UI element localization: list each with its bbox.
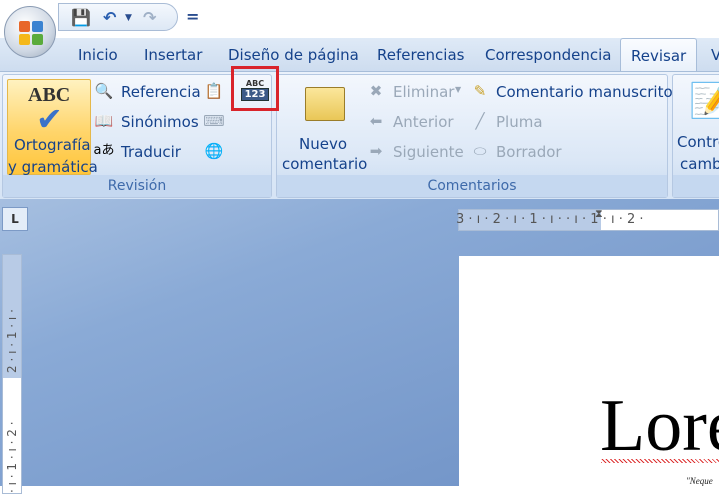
language-keyboard-icon[interactable]: ⌨ bbox=[203, 111, 225, 131]
document-workspace: L 3 · ı · 2 · ı · 1 · ı · · ı · 1 · ı · … bbox=[0, 199, 719, 496]
tab-vista[interactable]: V bbox=[711, 46, 719, 64]
ribbon-tabs: Inicio Insertar Diseño de página Referen… bbox=[0, 38, 719, 72]
tab-correspondencia[interactable]: Correspondencia bbox=[485, 46, 612, 64]
document-quote: "Neque bbox=[686, 476, 713, 486]
comment-note-icon bbox=[305, 87, 345, 121]
track-changes-label-1: Contro bbox=[677, 133, 719, 151]
quick-access-toolbar: 💾 ↶ ▼ ↷ = bbox=[0, 0, 719, 58]
previous-comment-icon: ⬅ bbox=[369, 112, 383, 130]
new-comment-label-1: Nuevo bbox=[299, 135, 348, 153]
tab-referencias[interactable]: Referencias bbox=[377, 46, 464, 64]
tab-inicio[interactable]: Inicio bbox=[78, 46, 118, 64]
translation-tooltip-icon[interactable]: 📋 bbox=[203, 81, 225, 101]
spelling-error-underline bbox=[601, 459, 719, 463]
vertical-ruler[interactable]: 2 · ı · 1 · ı · · ı · 1 · ı · 2 · bbox=[2, 254, 22, 494]
customize-qat-icon[interactable]: = bbox=[186, 8, 199, 26]
next-label: Siguiente bbox=[393, 143, 464, 161]
undo-dropdown-icon[interactable]: ▼ bbox=[125, 9, 132, 27]
save-icon[interactable]: 💾 bbox=[71, 9, 91, 27]
group-label-seguimiento bbox=[673, 175, 719, 197]
qat-bar: 💾 ↶ ▼ ↷ bbox=[58, 3, 178, 31]
tab-revisar[interactable]: Revisar bbox=[620, 38, 698, 72]
group-label-comentarios: Comentarios bbox=[277, 175, 667, 197]
delete-comment-icon: ✖ bbox=[369, 82, 383, 100]
new-comment-label-2: comentario bbox=[282, 155, 368, 173]
eraser-icon: ⬭ bbox=[473, 142, 487, 160]
eraser-label: Borrador bbox=[496, 143, 562, 161]
next-comment-icon: ➡ bbox=[369, 142, 383, 160]
ribbon: ABC ✔ Ortografía y gramática 🔍 Referenci… bbox=[0, 71, 719, 199]
tab-insertar[interactable]: Insertar bbox=[144, 46, 202, 64]
ink-comment-icon: ✎ bbox=[473, 82, 487, 100]
chevron-down-icon: ▼ bbox=[455, 85, 462, 94]
redo-icon[interactable]: ↷ bbox=[143, 9, 156, 27]
undo-icon[interactable]: ↶ bbox=[103, 9, 116, 27]
office-logo-icon bbox=[19, 21, 43, 45]
pen-icon: ╱ bbox=[475, 112, 485, 130]
check-icon: ✔ bbox=[36, 100, 63, 138]
track-changes-icon: 📝 bbox=[689, 81, 719, 121]
indent-marker-icon[interactable]: ⧗ bbox=[595, 207, 603, 221]
highlight-box bbox=[231, 66, 279, 111]
group-seguimiento: 📝 Contro cambi bbox=[672, 74, 719, 198]
office-button[interactable] bbox=[4, 6, 56, 58]
horizontal-ruler-marks: 3 · ı · 2 · ı · 1 · ı · · ı · 1 · ı · 2 … bbox=[456, 212, 644, 227]
horizontal-ruler[interactable]: 3 · ı · 2 · ı · 1 · ı · · ı · 1 · ı · 2 … bbox=[456, 207, 719, 231]
tab-diseno-pagina[interactable]: Diseño de página bbox=[228, 46, 359, 64]
spelling-label-1: Ortografía bbox=[14, 136, 91, 154]
document-page[interactable]: Lore "Neque bbox=[459, 256, 719, 496]
group-label-revision: Revisión bbox=[3, 175, 271, 197]
spelling-grammar-button[interactable]: ABC ✔ Ortografía y gramática bbox=[7, 79, 98, 176]
delete-label: Eliminar bbox=[393, 83, 455, 101]
thesaurus-icon: 📖 bbox=[94, 112, 114, 130]
research-label: Referencia bbox=[121, 83, 201, 101]
set-language-icon[interactable]: 🌐 bbox=[203, 141, 225, 161]
document-title: Lore bbox=[600, 385, 719, 467]
thesaurus-label: Sinónimos bbox=[121, 113, 199, 131]
previous-label: Anterior bbox=[393, 113, 454, 131]
research-icon: 🔍 bbox=[94, 82, 114, 100]
ink-comment-label: Comentario manuscrito bbox=[496, 83, 673, 101]
vertical-ruler-bottom-marks: · ı · 1 · ı · 2 · bbox=[5, 421, 19, 493]
vertical-ruler-top-marks: 2 · ı · 1 · ı · bbox=[5, 309, 19, 373]
tab-selector-button[interactable]: L bbox=[2, 207, 28, 231]
translate-label: Traducir bbox=[121, 143, 181, 161]
group-comentarios: Nuevo comentario ✖ Eliminar ▼ ⬅ Anterior… bbox=[276, 74, 673, 198]
track-changes-label-2: cambi bbox=[680, 155, 719, 173]
translate-icon: aあ bbox=[93, 143, 115, 158]
pen-label: Pluma bbox=[496, 113, 543, 131]
spelling-label-2: y gramática bbox=[8, 158, 98, 176]
